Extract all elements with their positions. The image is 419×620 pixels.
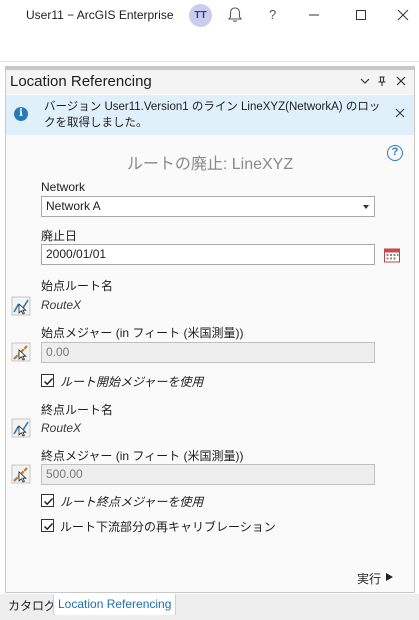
dropdown-arrow-icon [363,205,369,209]
close-pane-icon[interactable] [395,75,407,87]
checkmark-icon [43,377,54,386]
recalibrate-downstream-checkbox[interactable] [41,519,54,532]
user-avatar[interactable]: TT [189,4,212,27]
info-message-bar: i バージョン User11.Version1 のライン LineXYZ(Net… [6,95,414,135]
close-window-icon[interactable] [392,4,414,26]
from-route-label: 始点ルート名 [41,279,114,293]
minimize-icon[interactable] [303,4,325,26]
help-icon[interactable]: ? [269,7,276,22]
use-route-start-checkbox[interactable] [41,374,54,387]
bottom-tab-strip: カタログ Location Referencing [0,594,419,620]
from-measure-input[interactable]: 0.00 [41,342,375,363]
chevron-down-icon[interactable] [359,75,371,87]
close-message-icon[interactable] [394,107,406,119]
select-route-tool-icon[interactable] [11,296,31,316]
run-button[interactable]: 実行 [357,570,381,587]
retire-date-input[interactable]: 2000/01/01 [41,244,375,265]
from-measure-label: 始点メジャー (in フィート (米国測量)) [41,326,244,340]
bell-icon[interactable] [226,6,244,24]
run-arrow-icon[interactable] [386,573,393,581]
select-route-tool-icon[interactable] [11,418,31,438]
from-measure-value: 0.00 [46,345,70,359]
app-title: User11 − ArcGIS Enterprise [26,8,174,22]
to-measure-label: 終点メジャー (in フィート (米国測量)) [41,449,244,463]
select-measure-tool-icon[interactable] [11,464,31,484]
to-measure-value: 500.00 [46,467,83,481]
location-referencing-pane: Location Referencing i バージョン User11.Vers… [5,66,415,593]
use-route-end-label: ルート終点メジャーを使用 [60,495,204,509]
network-value: Network A [46,199,101,213]
ribbon-area [0,32,419,62]
to-measure-input[interactable]: 500.00 [41,464,375,485]
to-route-value: RouteX [41,421,82,435]
pane-title: Location Referencing [10,73,152,90]
use-route-start-label: ルート開始メジャーを使用 [60,375,204,389]
from-route-value: RouteX [41,298,82,312]
tool-help-icon[interactable]: ? [387,145,403,161]
retire-date-value: 2000/01/01 [46,247,107,261]
tab-catalog[interactable]: カタログ [4,594,60,615]
checkmark-icon [43,497,54,506]
pin-icon[interactable] [376,75,388,87]
network-label: Network [41,180,86,194]
to-route-label: 終点ルート名 [41,403,114,417]
info-message: バージョン User11.Version1 のライン LineXYZ(Netwo… [44,101,381,129]
info-icon: i [14,107,28,121]
checkmark-icon [43,522,54,531]
select-measure-tool-icon[interactable] [11,342,31,362]
retire-date-label: 廃止日 [41,229,78,243]
tool-title: ルートの廃止: LineXYZ [126,156,294,173]
tab-location-referencing[interactable]: Location Referencing [53,594,177,615]
calendar-icon[interactable] [383,246,401,264]
maximize-icon[interactable] [350,4,372,26]
pane-header: Location Referencing [6,70,414,94]
title-bar: User11 − ArcGIS Enterprise TT ? [0,0,419,32]
network-dropdown[interactable]: Network A [41,196,375,217]
use-route-end-checkbox[interactable] [41,494,54,507]
recalibrate-downstream-label: ルート下流部分の再キャリブレーション [60,520,276,534]
